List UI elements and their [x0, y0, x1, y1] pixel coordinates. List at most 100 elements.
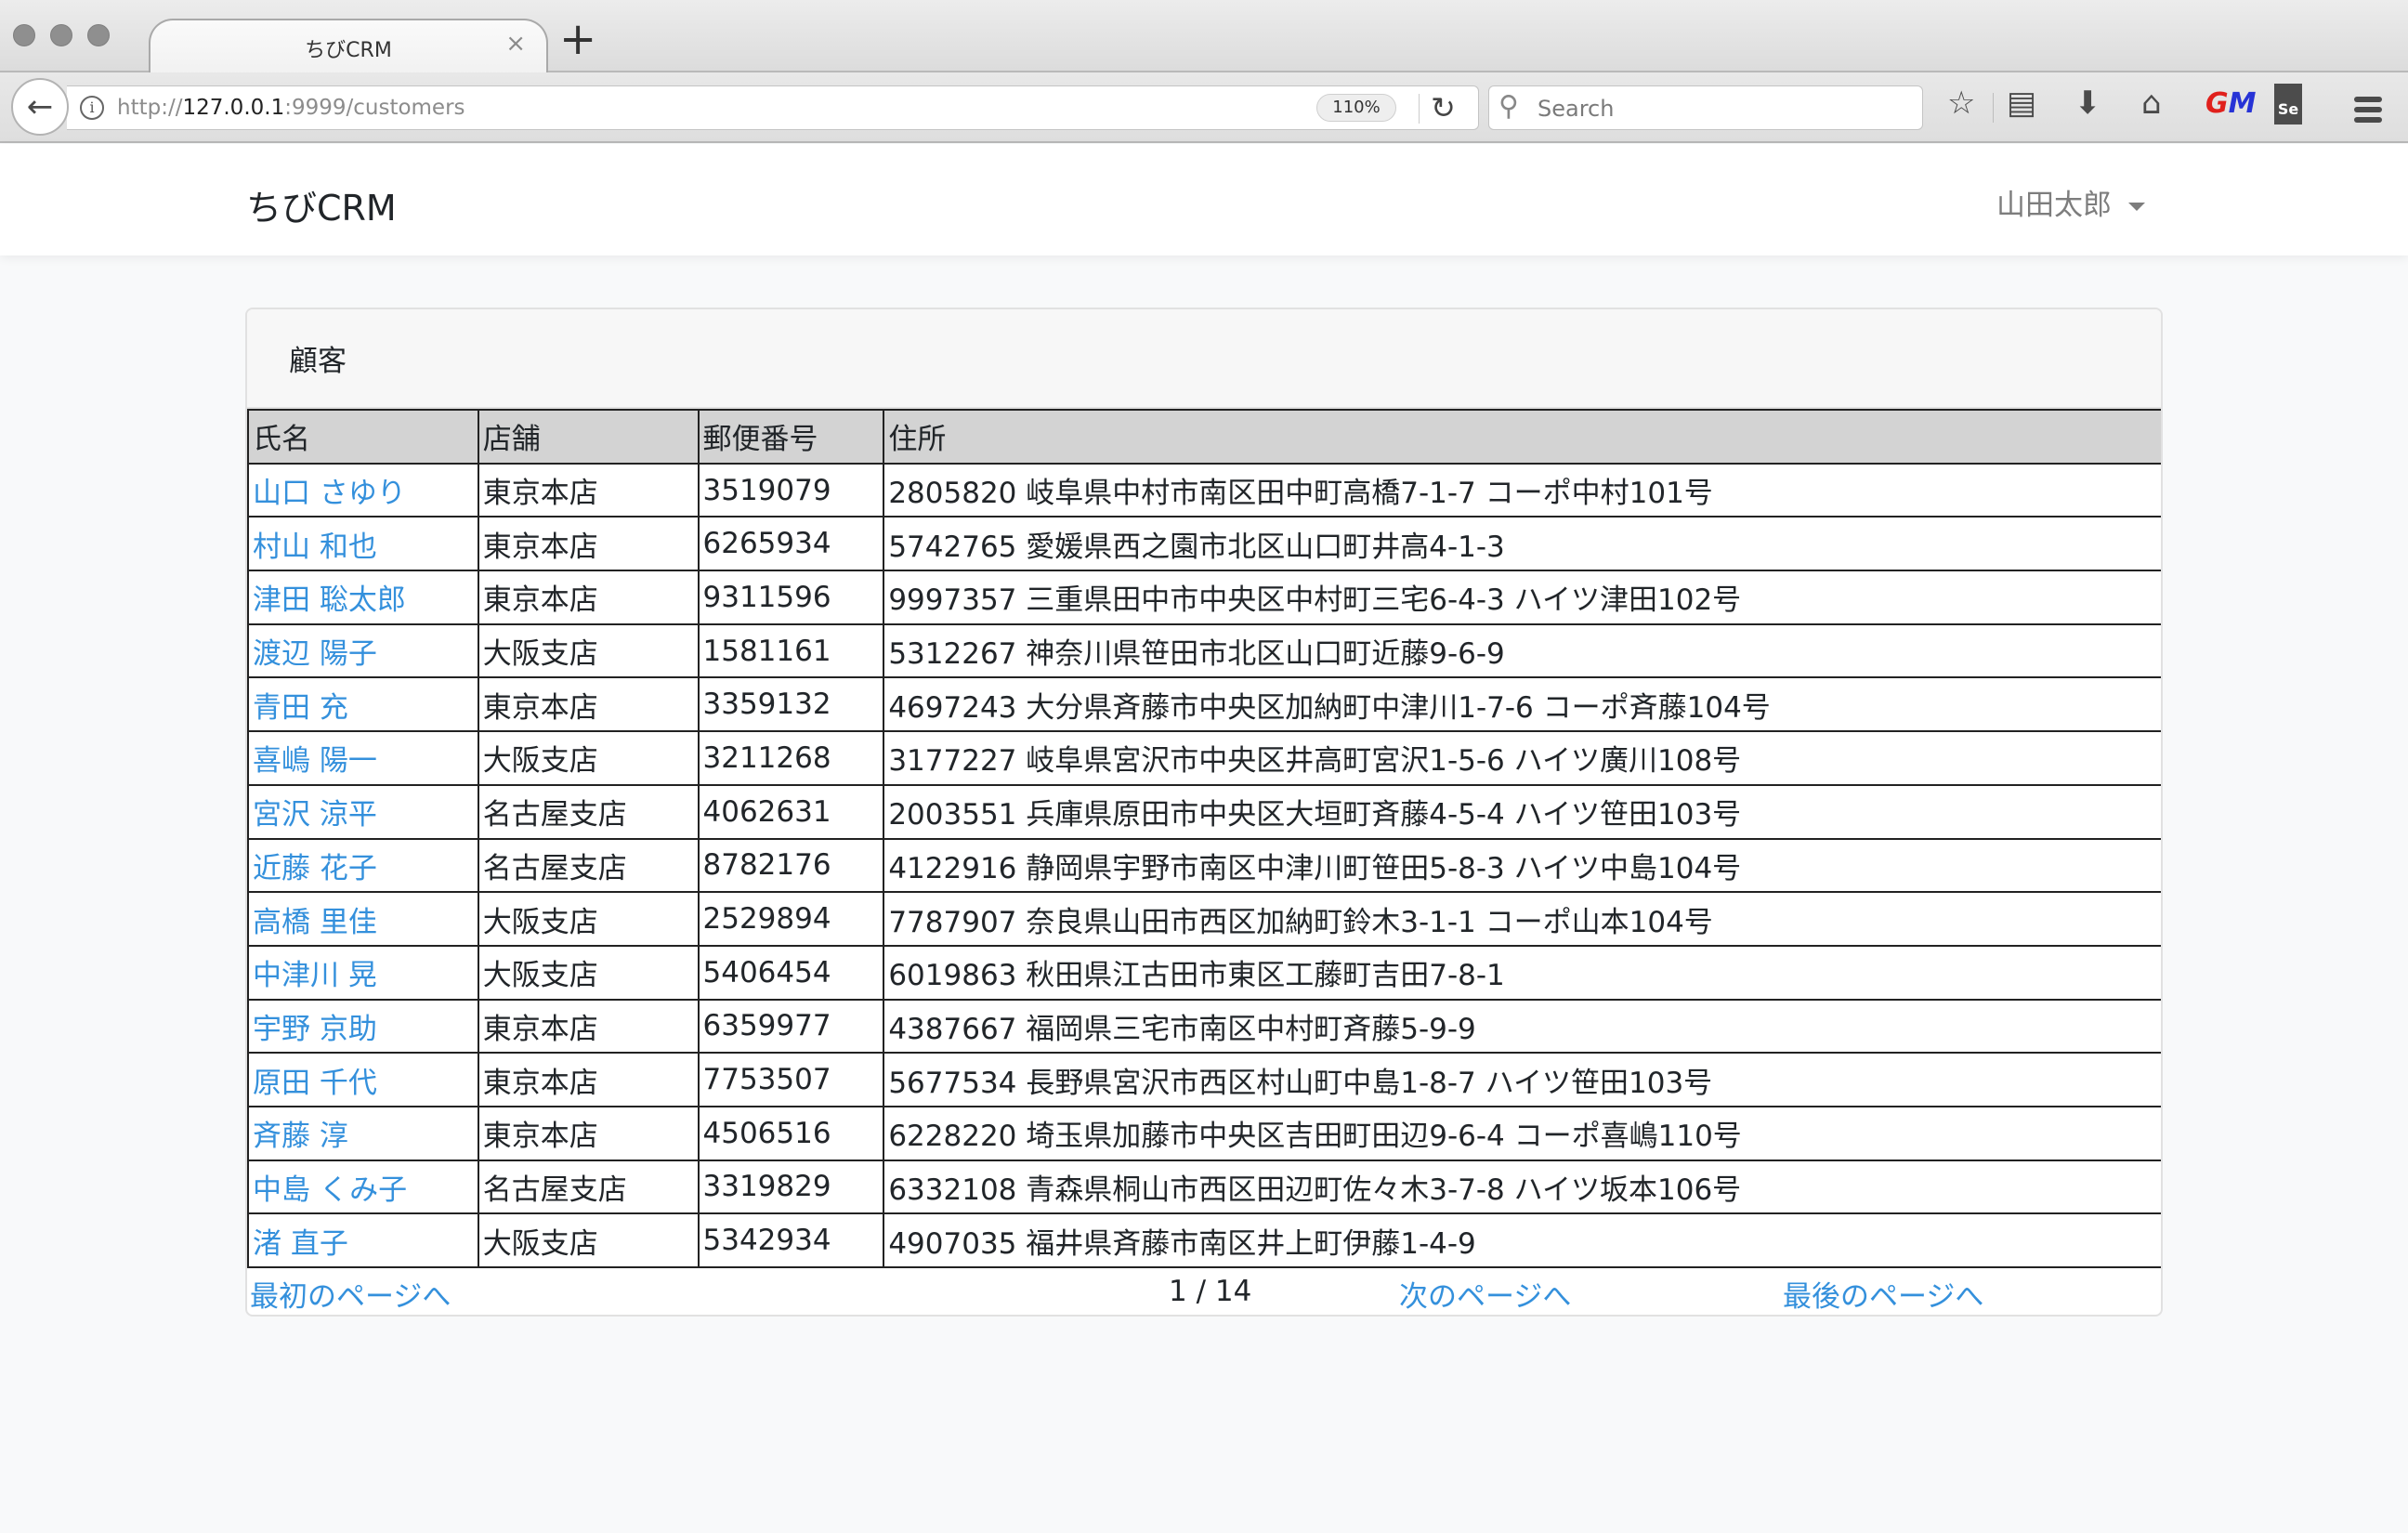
selenium-ide-icon[interactable]: Se [2274, 84, 2302, 124]
customer-name-link[interactable]: 近藤 花子 [253, 852, 377, 885]
back-button[interactable]: ← [11, 78, 69, 136]
table-row: 村山 和也 東京本店 6265934 5742765 愛媛県西之園市北区山口町井高4-… [247, 516, 2161, 572]
customer-name-link[interactable]: 原田 千代 [253, 1067, 377, 1100]
cell-store: 東京本店 [477, 998, 700, 1055]
table-row: 近藤 花子 名古屋支店 8782176 4122916 静岡県宇野市南区中津川町笹田5… [247, 837, 2161, 894]
cell-store: 東京本店 [477, 462, 700, 518]
customer-name-link[interactable]: 高橋 里佳 [253, 906, 377, 939]
cell-name: 津田 聡太郎 [247, 570, 479, 625]
column-header-zip: 郵便番号 [697, 409, 885, 465]
cell-address: 4122916 静岡県宇野市南区中津川町笹田5-8-3 ハイツ中島104号 [883, 837, 2161, 894]
url-path: :9999/customers [284, 96, 465, 120]
search-icon: ⚲ [1498, 90, 1519, 123]
search-input[interactable]: ⚲ Search [1488, 85, 1923, 130]
tab-title: ちびCRM [305, 39, 392, 62]
cell-store: 名古屋支店 [477, 1159, 700, 1215]
next-page-link[interactable]: 次のページへ [1399, 1273, 1571, 1315]
cell-store: 大阪支店 [477, 622, 700, 679]
customer-name-link[interactable]: 宮沢 涼平 [253, 798, 377, 832]
customer-name-link[interactable]: 喜嶋 陽一 [253, 744, 377, 778]
column-header-store: 店舗 [477, 409, 700, 465]
cell-name: 斉藤 淳 [247, 1105, 479, 1161]
cell-name: 近藤 花子 [247, 837, 479, 894]
table-row: 原田 千代 東京本店 7753507 5677534 長野県宮沢市西区村山町中島1-8… [247, 1052, 2161, 1107]
cell-zip: 5406454 [697, 944, 885, 1001]
address-bar[interactable]: i http://127.0.0.1:9999/customers 110% ↻ [67, 85, 1479, 130]
window-zoom-button[interactable] [87, 24, 110, 46]
url-separator [1419, 94, 1420, 124]
browser-toolbar: i http://127.0.0.1:9999/customers 110% ↻… [0, 72, 2408, 143]
greasemonkey-icon[interactable]: GM [2205, 87, 2256, 120]
cell-address: 4387667 福岡県三宅市南区中村町斉藤5-9-9 [883, 998, 2161, 1055]
home-icon[interactable]: ⌂ [2141, 87, 2162, 119]
table-row: 斉藤 淳 東京本店 4506516 6228220 埼玉県加藤市中央区吉田町田辺9-6… [247, 1105, 2161, 1161]
bookmark-star-icon[interactable]: ☆ [1947, 87, 1975, 119]
zoom-level-badge[interactable]: 110% [1316, 94, 1396, 122]
browser-tab-bar: ちびCRM × + [0, 0, 2408, 74]
cell-store: 大阪支店 [477, 1212, 700, 1268]
window-minimize-button[interactable] [50, 24, 72, 46]
caret-down-icon [2128, 203, 2145, 211]
customer-name-link[interactable]: 渚 直子 [253, 1227, 348, 1261]
url-host: 127.0.0.1 [182, 96, 285, 120]
cell-store: 東京本店 [477, 676, 700, 733]
customer-name-link[interactable]: 中島 くみ子 [253, 1173, 407, 1207]
customer-name-link[interactable]: 斉藤 淳 [253, 1120, 348, 1153]
user-menu-dropdown[interactable]: 山田太郎 [1996, 181, 2145, 223]
cell-zip: 4506516 [697, 1105, 885, 1161]
tab-close-icon[interactable]: × [505, 30, 526, 58]
card-header: 顧客 [247, 309, 2161, 409]
cell-store: 名古屋支店 [477, 783, 700, 840]
cell-name: 山口 さゆり [247, 462, 479, 518]
cell-address: 4697243 大分県斉藤市中央区加納町中津川1-7-6 コーポ斉藤104号 [883, 676, 2161, 733]
reload-icon[interactable]: ↻ [1431, 90, 1456, 125]
cell-store: 大阪支店 [477, 730, 700, 786]
cell-name: 喜嶋 陽一 [247, 730, 479, 786]
cell-address: 5742765 愛媛県西之園市北区山口町井高4-1-3 [883, 516, 2161, 572]
window-close-button[interactable] [13, 24, 35, 46]
table-row: 中島 くみ子 名古屋支店 3319829 6332108 青森県桐山市西区田辺町佐々木… [247, 1159, 2161, 1215]
reading-list-icon[interactable]: ▤ [2007, 87, 2036, 119]
customer-name-link[interactable]: 中津川 晃 [253, 959, 377, 992]
url-text[interactable]: http://127.0.0.1:9999/customers [117, 96, 465, 120]
cell-store: 東京本店 [477, 570, 700, 625]
customer-name-link[interactable]: 津田 聡太郎 [253, 583, 406, 617]
downloads-icon[interactable]: ⬇ [2074, 87, 2101, 119]
cell-zip: 1581161 [697, 622, 885, 679]
table-row: 宇野 京助 東京本店 6359977 4387667 福岡県三宅市南区中村町斉藤5-9… [247, 998, 2161, 1055]
cell-address: 7787907 奈良県山田市西区加納町鈴木3-1-1 コーポ山本104号 [883, 891, 2161, 947]
cell-zip: 6359977 [697, 998, 885, 1055]
first-page-link[interactable]: 最初のページへ [250, 1273, 451, 1315]
cell-name: 高橋 里佳 [247, 891, 479, 947]
table-row: 中津川 晃 大阪支店 5406454 6019863 秋田県江古田市東区工藤町吉田7-… [247, 944, 2161, 1001]
site-info-icon[interactable]: i [80, 96, 104, 120]
cell-name: 宮沢 涼平 [247, 783, 479, 840]
table-row: 山口 さゆり 東京本店 3519079 2805820 岐阜県中村市南区田中町高橋7-… [247, 462, 2161, 518]
last-page-link[interactable]: 最後のページへ [1783, 1273, 1983, 1315]
page-indicator: 1 / 14 [1169, 1275, 1252, 1308]
table-row: 高橋 里佳 大阪支店 2529894 7787907 奈良県山田市西区加納町鈴木3-1… [247, 891, 2161, 947]
cell-zip: 8782176 [697, 837, 885, 894]
customer-name-link[interactable]: 渡辺 陽子 [253, 637, 377, 671]
cell-address: 2805820 岐阜県中村市南区田中町高橋7-1-7 コーポ中村101号 [883, 462, 2161, 518]
cell-address: 6228220 埼玉県加藤市中央区吉田町田辺9-6-4 コーポ喜嶋110号 [883, 1105, 2161, 1161]
browser-tab[interactable]: ちびCRM × [149, 19, 548, 74]
table-row: 青田 充 東京本店 3359132 4697243 大分県斉藤市中央区加納町中津川1-… [247, 676, 2161, 733]
table-row: 宮沢 涼平 名古屋支店 4062631 2003551 兵庫県原田市中央区大垣町斉藤4… [247, 783, 2161, 840]
cell-address: 9997357 三重県田中市中央区中村町三宅6-4-3 ハイツ津田102号 [883, 570, 2161, 625]
table-header-row: 氏名 店舗 郵便番号 住所 [247, 409, 2161, 465]
customer-name-link[interactable]: 山口 さゆり [253, 477, 406, 510]
cell-zip: 9311596 [697, 570, 885, 625]
toolbar-separator [1993, 93, 1994, 123]
new-tab-button[interactable]: + [559, 17, 596, 61]
column-header-name: 氏名 [247, 409, 479, 465]
search-placeholder: Search [1538, 96, 1615, 122]
customer-name-link[interactable]: 青田 充 [253, 691, 348, 725]
brand-logo[interactable]: ちびCRM [246, 179, 397, 230]
cell-name: 原田 千代 [247, 1052, 479, 1107]
cell-name: 中津川 晃 [247, 944, 479, 1001]
menu-icon[interactable] [2354, 97, 2382, 127]
customer-name-link[interactable]: 村山 和也 [253, 531, 377, 564]
customer-name-link[interactable]: 宇野 京助 [253, 1013, 377, 1046]
cell-zip: 7753507 [697, 1052, 885, 1107]
